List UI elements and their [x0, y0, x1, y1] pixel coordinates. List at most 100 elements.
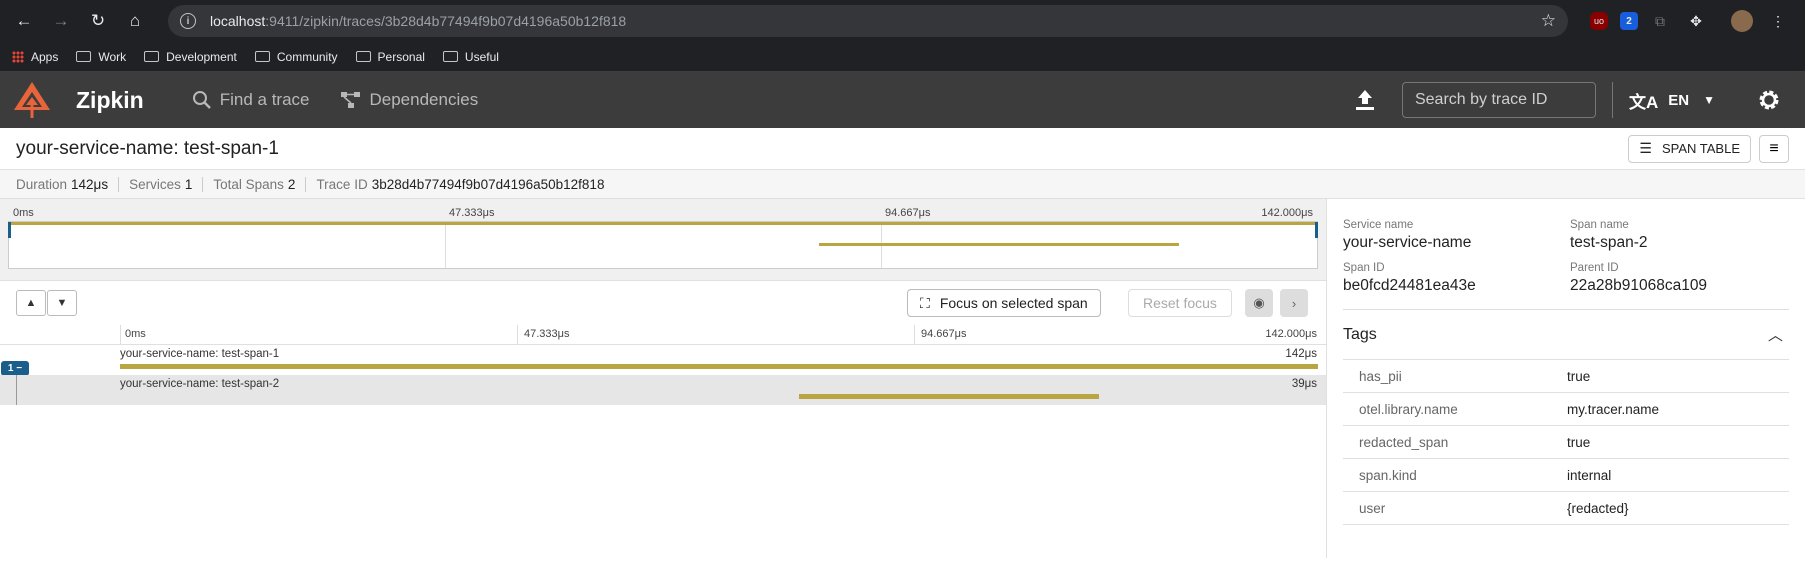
- span-table-label: SPAN TABLE: [1661, 141, 1740, 156]
- detail-label: Service name: [1343, 219, 1414, 231]
- focus-selected-span-button[interactable]: ⛶ Focus on selected span: [907, 289, 1101, 317]
- summary-value: 1: [184, 176, 193, 192]
- span-table-button[interactable]: ☰ SPAN TABLE: [1628, 134, 1751, 163]
- home-icon[interactable]: ⌂: [119, 5, 151, 37]
- toggle-visibility-button[interactable]: ◉: [1245, 289, 1273, 317]
- detail-span-name: Span name test-span-2: [1570, 219, 1789, 252]
- trace-timeline-panel: 0ms 47.333μs 94.667μs 142.000μs ▲ ▼ ⛶ Foc…: [0, 199, 1327, 558]
- timeline-tick: 142.000μs: [1265, 328, 1317, 340]
- bookmark-apps[interactable]: Apps: [12, 50, 58, 64]
- tag-value: my.tracer.name: [1567, 401, 1660, 417]
- tab-search-icon[interactable]: ⧉: [1646, 7, 1674, 35]
- nav-deps-label: Dependencies: [369, 90, 479, 109]
- summary-value: 3b28d4b77494f9b07d4196a50b12f818: [371, 176, 605, 192]
- tag-value: true: [1567, 434, 1591, 450]
- detail-label: Parent ID: [1570, 262, 1619, 274]
- site-info-icon[interactable]: i: [180, 13, 196, 29]
- bookmark-star-icon[interactable]: ☆: [1541, 11, 1556, 31]
- tag-key: otel.library.name: [1359, 401, 1458, 417]
- ublock-icon[interactable]: uo: [1590, 12, 1608, 30]
- summary-value: 142μs: [71, 176, 109, 192]
- reset-focus-button[interactable]: Reset focus: [1128, 289, 1232, 317]
- folder-icon: [254, 51, 270, 62]
- bookmark-label: Community: [276, 49, 338, 64]
- span-bar: [120, 364, 1318, 369]
- tag-row: otel.library.name my.tracer.name: [1343, 393, 1789, 426]
- summary-label: Services: [129, 176, 181, 192]
- zipkin-logo-icon[interactable]: [12, 80, 52, 120]
- detail-value: 22a28b91068ca109: [1570, 277, 1708, 294]
- app-brand[interactable]: Zipkin: [76, 87, 144, 114]
- span-duration: 39μs: [1291, 378, 1317, 390]
- detail-parent-id: Parent ID 22a28b91068ca109: [1570, 262, 1789, 295]
- tags-list: has_pii true otel.library.name my.tracer.n…: [1343, 360, 1789, 525]
- timeline-tick: 0ms: [125, 328, 146, 340]
- forward-icon[interactable]: →: [45, 5, 77, 37]
- extensions-icon[interactable]: ✥: [1682, 7, 1710, 35]
- hamburger-icon: ≡: [1769, 139, 1779, 157]
- bookmark-personal[interactable]: Personal: [355, 50, 425, 64]
- gear-icon[interactable]: [1757, 88, 1781, 112]
- span-duration: 142μs: [1285, 348, 1317, 360]
- detail-value: test-span-2: [1570, 234, 1648, 251]
- profile-avatar[interactable]: [1728, 7, 1756, 35]
- chevron-up-icon: ︿: [1767, 327, 1783, 344]
- bookmark-work[interactable]: Work: [76, 50, 126, 64]
- nav-dependencies[interactable]: Dependencies: [340, 90, 479, 110]
- address-bar[interactable]: i localhost:9411/zipkin/traces/3b28d4b77…: [168, 5, 1568, 37]
- bookmark-development[interactable]: Development: [144, 50, 237, 64]
- summary-trace-id: Trace ID 3b28d4b77494f9b07d4196a50b12f818: [316, 177, 614, 192]
- bitwarden-icon[interactable]: 2: [1620, 12, 1638, 30]
- back-icon[interactable]: ←: [8, 5, 40, 37]
- search-icon: [192, 91, 211, 109]
- minimap-tick: 47.333μs: [449, 207, 495, 219]
- span-row[interactable]: your-service-name: test-span-1 142μs 1 −: [0, 345, 1326, 376]
- expand-up-button[interactable]: ▲: [16, 290, 46, 316]
- detail-span-id: Span ID be0fcd24481ea43e: [1343, 262, 1570, 295]
- minimap-right-handle[interactable]: [1315, 222, 1318, 238]
- minimap-span-bar: [819, 243, 1179, 246]
- span-name: your-service-name: test-span-1: [120, 348, 280, 360]
- reload-icon[interactable]: ↻: [82, 5, 114, 37]
- tag-key: redacted_span: [1359, 434, 1449, 450]
- minimap-tick: 142.000μs: [1261, 207, 1313, 219]
- summary-duration: Duration 142μs: [16, 176, 120, 192]
- url-path: :9411/zipkin/traces/3b28d4b77494f9b07d41…: [265, 13, 627, 29]
- tag-row: has_pii true: [1343, 360, 1789, 393]
- trace-minimap[interactable]: 0ms 47.333μs 94.667μs 142.000μs: [0, 199, 1326, 281]
- minimap-area[interactable]: [8, 221, 1318, 269]
- span-detail-fields: Service name your-service-name Span name t…: [1343, 199, 1789, 310]
- bookmark-label: Work: [98, 49, 127, 64]
- dependencies-icon: [340, 92, 360, 108]
- nav-find-label: Find a trace: [219, 90, 310, 109]
- translate-icon: 文A: [1628, 92, 1659, 112]
- minimap-gridline: [445, 222, 446, 268]
- detail-value: your-service-name: [1343, 234, 1472, 251]
- bookmark-community[interactable]: Community: [254, 49, 338, 64]
- collapse-children-button[interactable]: 1 −: [1, 361, 29, 376]
- span-row-selected[interactable]: your-service-name: test-span-2 39μs: [0, 375, 1326, 405]
- timeline-tick: 47.333μs: [524, 328, 570, 340]
- search-placeholder: Search by trace ID: [1414, 91, 1548, 108]
- trace-summary: Duration 142μs Services 1 Total Spans 2 Tra…: [0, 170, 1805, 199]
- summary-label: Total Spans: [213, 176, 284, 192]
- chevron-down-icon: ▼: [56, 297, 68, 309]
- language-select[interactable]: 文A EN ▼: [1629, 88, 1715, 113]
- page-title: your-service-name: test-span-1: [16, 137, 279, 159]
- tags-accordion-header[interactable]: Tags ︿: [1343, 310, 1789, 360]
- more-menu-icon[interactable]: ⋮: [1764, 7, 1792, 35]
- open-detail-button[interactable]: ›: [1280, 289, 1308, 317]
- tag-key: span.kind: [1359, 467, 1417, 483]
- upload-icon[interactable]: [1352, 87, 1378, 113]
- trace-id-search-input[interactable]: Search by trace ID: [1401, 82, 1596, 118]
- chevron-right-icon: ›: [1291, 295, 1297, 311]
- minimap-left-handle[interactable]: [8, 222, 11, 238]
- nav-find-trace[interactable]: Find a trace: [192, 90, 310, 110]
- tag-row: user {redacted}: [1343, 492, 1789, 525]
- bookmark-useful[interactable]: Useful: [442, 50, 499, 64]
- expand-down-button[interactable]: ▼: [47, 290, 77, 316]
- span-name: your-service-name: test-span-2: [120, 378, 280, 390]
- chevron-down-icon: ▼: [1703, 93, 1715, 107]
- browser-toolbar: ← → ↻ ⌂ i localhost:9411/zipkin/traces/3…: [0, 0, 1805, 42]
- menu-button[interactable]: ≡: [1759, 134, 1789, 163]
